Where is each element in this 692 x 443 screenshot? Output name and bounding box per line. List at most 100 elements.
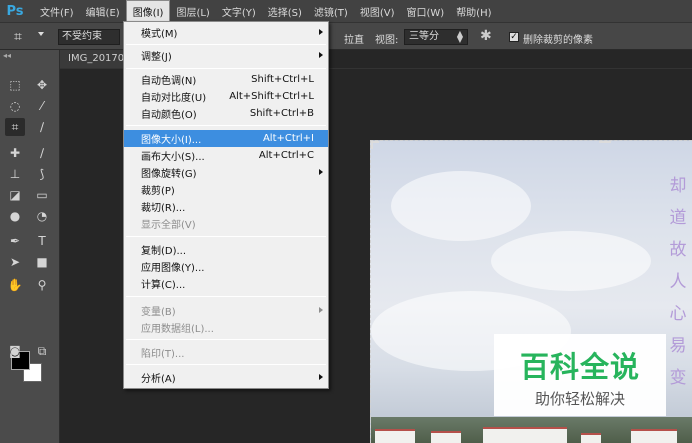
poem-character: 心 [669,304,687,324]
zoom-tool-icon[interactable]: ⚲ [32,276,52,294]
image-menu-dropdown: 模式(M) 调整(J) 自动色调(N) Shift+Ctrl+L 自动对比度(U… [123,21,329,389]
menu-item-apply-data-set: 应用数据组(L)... [124,319,328,336]
menu-item-canvas-size[interactable]: 画布大小(S)... Alt+Ctrl+C [124,147,328,164]
eyedropper-icon[interactable]: ∕ [32,118,52,136]
menu-layer[interactable]: 图层(L) [170,0,215,22]
cloud [491,231,651,291]
quick-mask-icon[interactable]: ◙ [5,342,25,360]
menu-item-auto-tone[interactable]: 自动色调(N) Shift+Ctrl+L [124,71,328,88]
menu-separator [126,68,326,69]
poem-character: 故 [669,240,687,260]
menu-item-label: 图像大小(I)... [141,135,202,146]
move-tool-icon[interactable]: ✥ [32,76,52,94]
healing-brush-icon[interactable]: ✚ [5,144,25,162]
document-tab[interactable]: IMG_201704 [60,50,126,68]
menu-item-duplicate[interactable]: 复制(D)... [124,241,328,258]
menu-item-label: 画布大小(S)... [141,152,205,163]
tools-panel: ◂◂ ⬚ ✥ ◌ ⁄ ⌗ ∕ ✚ ∕ ⊥ ⟆ ◪ ▭ ● ◔ ✒ T ➤ ■ ✋… [0,50,60,443]
watermark-title: 百科全说 [519,350,640,384]
menu-item-crop[interactable]: 裁剪(P) [124,181,328,198]
menu-item-label: 裁剪(P) [141,186,175,197]
submenu-arrow-icon [319,29,323,35]
path-select-icon[interactable]: ➤ [5,253,25,271]
menu-item-label: 计算(C)... [141,280,186,291]
view-label: 视图: [375,35,399,46]
view-select[interactable]: 三等分 ▲ ▼ [404,29,468,45]
menu-item-shortcut: Alt+Ctrl+I [262,133,314,144]
updown-arrows-icon: ▲ ▼ [456,29,463,44]
screen-mode-icon[interactable]: ⧉ [32,342,52,360]
menu-file[interactable]: 文件(F) [34,0,80,22]
menu-item-calculations[interactable]: 计算(C)... [124,275,328,292]
house [581,433,601,443]
cloud [391,171,531,241]
crop-tool-icon[interactable]: ⌗ [5,118,25,136]
menu-item-image-size[interactable]: 图像大小(I)... Alt+Ctrl+I [124,130,328,147]
menu-item-label: 自动色调(N) [141,76,197,87]
watermark-subtitle: 助你轻松解决 [534,390,625,408]
poem-character: 易 [669,336,687,356]
menu-item-shortcut: Alt+Ctrl+C [258,150,314,161]
village-houses [371,417,692,443]
watermark-badge: 百科全说 助你轻松解决 [494,334,666,416]
submenu-arrow-icon [319,374,323,380]
menu-item-label: 图像旋转(G) [141,169,197,180]
menu-item-label: 变量(B) [141,307,176,318]
menu-window[interactable]: 窗口(W) [400,0,450,22]
menu-item-apply-image[interactable]: 应用图像(Y)... [124,258,328,275]
rectangle-tool-icon[interactable]: ■ [32,253,52,271]
menu-view[interactable]: 视图(V) [354,0,401,22]
menu-separator [126,125,326,126]
hand-tool-icon[interactable]: ✋ [5,276,25,294]
blur-tool-icon[interactable]: ● [5,207,25,225]
pen-tool-icon[interactable]: ✒ [5,232,25,250]
house [375,429,415,443]
menu-separator [126,364,326,365]
menu-item-shortcut: Shift+Ctrl+B [249,108,314,119]
menu-item-label: 陷印(T)... [141,349,185,360]
marquee-tool-icon[interactable]: ⬚ [5,76,25,94]
type-tool-icon[interactable]: T [32,232,52,250]
straighten-button[interactable]: 拉直 [344,31,364,46]
menu-item-image-rotation[interactable]: 图像旋转(G) [124,164,328,181]
poem-character: 道 [669,208,687,228]
ratio-select[interactable]: 不受约束 [58,29,120,45]
poem-character: 人 [669,272,687,292]
brush-tool-icon[interactable]: ∕ [32,144,52,162]
menu-item-mode[interactable]: 模式(M) [124,24,328,41]
options-bar: ⌗ 不受约束 拉直 视图: 三等分 ▲ ▼ ✱ ✓ 删除裁剪的像素 [0,22,692,50]
history-brush-icon[interactable]: ⟆ [32,165,52,183]
menu-item-label: 模式(M) [141,29,178,40]
menu-item-label: 应用图像(Y)... [141,263,205,274]
collapse-icon[interactable]: ◂◂ [3,51,11,60]
menu-item-label: 应用数据组(L)... [141,324,214,335]
submenu-arrow-icon [319,307,323,313]
menu-item-auto-color[interactable]: 自动颜色(O) Shift+Ctrl+B [124,105,328,122]
gear-icon[interactable]: ✱ [480,28,492,44]
magic-wand-icon[interactable]: ⁄ [32,97,52,115]
dodge-tool-icon[interactable]: ◔ [32,207,52,225]
crop-tool-icon[interactable]: ⌗ [14,29,22,45]
menu-item-trim[interactable]: 裁切(R)... [124,198,328,215]
menu-item-analysis[interactable]: 分析(A) [124,369,328,386]
menu-separator [126,296,326,297]
tool-preset-caret-icon[interactable] [38,32,44,36]
menu-item-label: 分析(A) [141,374,176,385]
crop-handle[interactable] [371,141,379,149]
menu-image[interactable]: 图像(I) [125,0,171,22]
menu-item-adjustments[interactable]: 调整(J) [124,47,328,64]
menu-filter[interactable]: 滤镜(T) [308,0,354,22]
clone-stamp-icon[interactable]: ⊥ [5,165,25,183]
eraser-icon[interactable]: ◪ [5,186,25,204]
menu-item-label: 自动对比度(U) [141,93,207,104]
menu-help[interactable]: 帮助(H) [450,0,497,22]
menu-type[interactable]: 文字(Y) [216,0,262,22]
gradient-icon[interactable]: ▭ [32,186,52,204]
menu-edit[interactable]: 编辑(E) [80,0,126,22]
lasso-tool-icon[interactable]: ◌ [5,97,25,115]
menu-item-auto-contrast[interactable]: 自动对比度(U) Alt+Shift+Ctrl+L [124,88,328,105]
menu-select[interactable]: 选择(S) [262,0,308,22]
delete-cropped-checkbox[interactable]: ✓ [509,32,519,42]
house [431,431,461,443]
crop-handle[interactable] [599,141,611,149]
